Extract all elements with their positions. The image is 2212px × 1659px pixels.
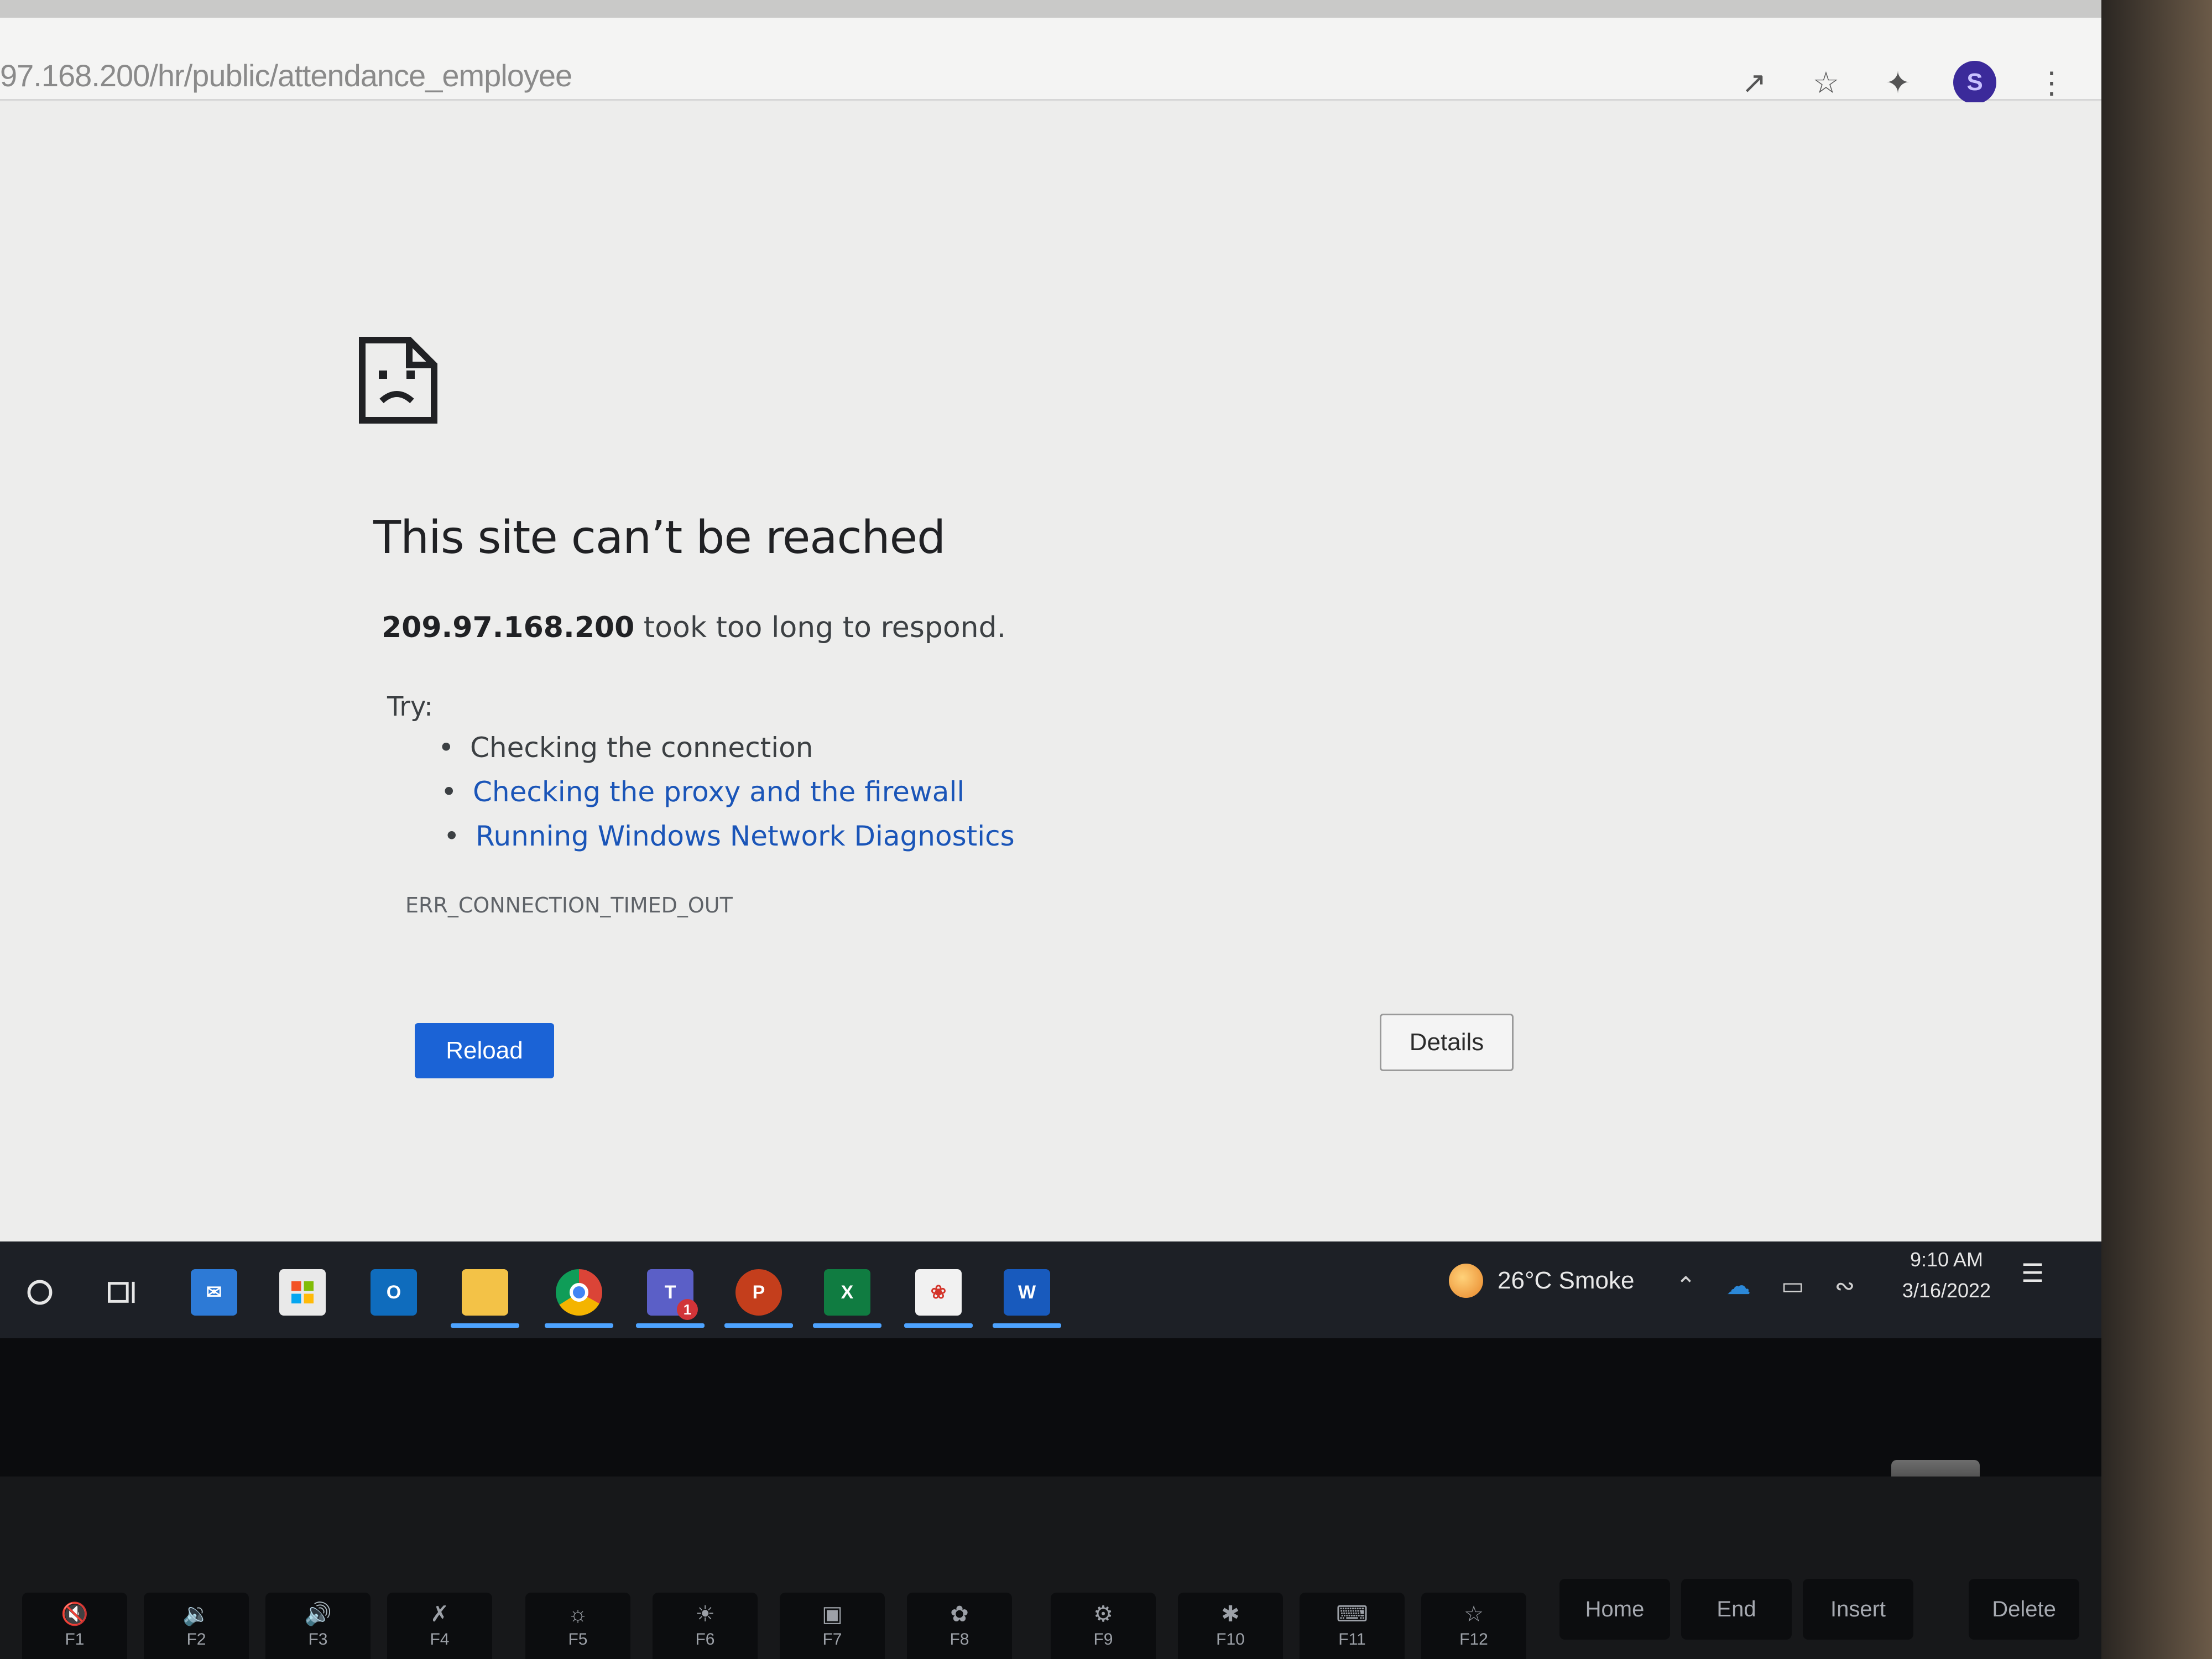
fkey-f2[interactable]: 🔉 F2 bbox=[144, 1593, 249, 1659]
address-bar[interactable]: 97.168.200/hr/public/attendance_employee bbox=[0, 58, 572, 93]
outlook-icon[interactable]: O bbox=[371, 1269, 417, 1316]
wifi-icon[interactable]: ∾ bbox=[1834, 1272, 1855, 1300]
error-description: 209.97.168.200 took too long to respond. bbox=[382, 611, 1006, 644]
tab-strip bbox=[0, 0, 2101, 18]
error-host: 209.97.168.200 bbox=[382, 611, 635, 644]
weather-widget[interactable]: 26°C Smoke bbox=[1449, 1264, 1634, 1298]
excel-icon[interactable]: X bbox=[813, 1269, 881, 1328]
acrobat-icon[interactable]: ❀ bbox=[904, 1269, 973, 1328]
mail-icon[interactable]: ✉ bbox=[191, 1269, 237, 1316]
file-explorer-icon[interactable] bbox=[451, 1269, 519, 1328]
share-icon[interactable]: ↗ bbox=[1738, 66, 1771, 100]
powerpoint-icon[interactable]: P bbox=[724, 1269, 793, 1328]
word-icon[interactable]: W bbox=[993, 1269, 1061, 1328]
teams-badge: 1 bbox=[677, 1299, 698, 1320]
fkey-f11[interactable]: ⌨ F11 bbox=[1300, 1593, 1405, 1659]
system-tray: ⌃ ☁ ▭ ∾ bbox=[1676, 1272, 1855, 1300]
clock-time: 9:10 AM bbox=[1910, 1248, 1984, 1271]
laptop-bezel bbox=[0, 1338, 2212, 1477]
details-button[interactable]: Details bbox=[1380, 1014, 1514, 1071]
fkey-f6[interactable]: ☀ F6 bbox=[653, 1593, 758, 1659]
taskbar-clock[interactable]: 9:10 AM 3/16/2022 bbox=[1891, 1244, 2002, 1306]
teams-icon[interactable]: T1 bbox=[636, 1269, 705, 1328]
weather-text: 26°C Smoke bbox=[1498, 1267, 1635, 1294]
reload-button[interactable]: Reload bbox=[415, 1023, 554, 1078]
notification-icon[interactable]: ☰ bbox=[2021, 1258, 2054, 1291]
try-label: Try: bbox=[387, 691, 434, 722]
profile-avatar[interactable]: S bbox=[1953, 61, 1996, 104]
laptop-screen: 97.168.200/hr/public/attendance_employee… bbox=[0, 0, 2101, 1338]
toolbar-icons: ↗ ☆ ✦ S ⋮ bbox=[1738, 61, 2068, 104]
onedrive-cloud-icon[interactable]: ☁ bbox=[1726, 1272, 1751, 1300]
task-view-icon[interactable] bbox=[100, 1269, 146, 1316]
fkey-f4[interactable]: ✗ F4 bbox=[387, 1593, 492, 1659]
background-surface bbox=[2101, 0, 2212, 1659]
fkey-f7[interactable]: ▣ F7 bbox=[780, 1593, 885, 1659]
fkey-f5[interactable]: ☼ F5 bbox=[525, 1593, 630, 1659]
store-icon[interactable] bbox=[279, 1269, 326, 1316]
error-code: ERR_CONNECTION_TIMED_OUT bbox=[405, 893, 733, 917]
search-circle-icon[interactable] bbox=[17, 1269, 63, 1316]
fkey-f12[interactable]: ☆ F12 bbox=[1421, 1593, 1526, 1659]
error-page: This site can’t be reached 209.97.168.20… bbox=[0, 102, 2101, 1241]
browser-toolbar: 97.168.200/hr/public/attendance_employee… bbox=[0, 18, 2101, 104]
error-desc-suffix: took too long to respond. bbox=[643, 611, 1006, 644]
windows-taskbar: ✉ O T1 P X ❀ W 26°C Smoke ⌃ ☁ ▭ ∾ bbox=[0, 1241, 2101, 1338]
more-vert-icon[interactable]: ⋮ bbox=[2035, 66, 2068, 100]
key-insert[interactable]: Insert bbox=[1803, 1579, 1913, 1640]
chrome-icon[interactable] bbox=[545, 1269, 613, 1328]
key-end[interactable]: End bbox=[1681, 1579, 1792, 1640]
fkey-f9[interactable]: ⚙ F9 bbox=[1051, 1593, 1156, 1659]
fkey-f10[interactable]: ✱ F10 bbox=[1178, 1593, 1283, 1659]
suggestion-network-diagnostics-link[interactable]: Running Windows Network Diagnostics bbox=[444, 820, 1015, 852]
bookmark-star-icon[interactable]: ☆ bbox=[1809, 66, 1843, 100]
clock-date: 3/16/2022 bbox=[1902, 1279, 1991, 1302]
error-title: This site can’t be reached bbox=[373, 512, 946, 564]
chevron-up-icon[interactable]: ⌃ bbox=[1676, 1272, 1696, 1300]
sad-page-icon bbox=[359, 337, 437, 424]
suggestion-check-connection: Checking the connection bbox=[438, 732, 813, 764]
key-delete[interactable]: Delete bbox=[1969, 1579, 2079, 1640]
battery-icon[interactable]: ▭ bbox=[1781, 1272, 1804, 1300]
fkey-f8[interactable]: ✿ F8 bbox=[907, 1593, 1012, 1659]
weather-sun-icon bbox=[1449, 1264, 1483, 1298]
key-home[interactable]: Home bbox=[1559, 1579, 1670, 1640]
fkey-f1[interactable]: 🔇 F1 bbox=[22, 1593, 127, 1659]
fkey-f3[interactable]: 🔊 F3 bbox=[265, 1593, 371, 1659]
suggestion-proxy-firewall-link[interactable]: Checking the proxy and the firewall bbox=[441, 776, 964, 808]
extensions-puzzle-icon[interactable]: ✦ bbox=[1881, 66, 1914, 100]
